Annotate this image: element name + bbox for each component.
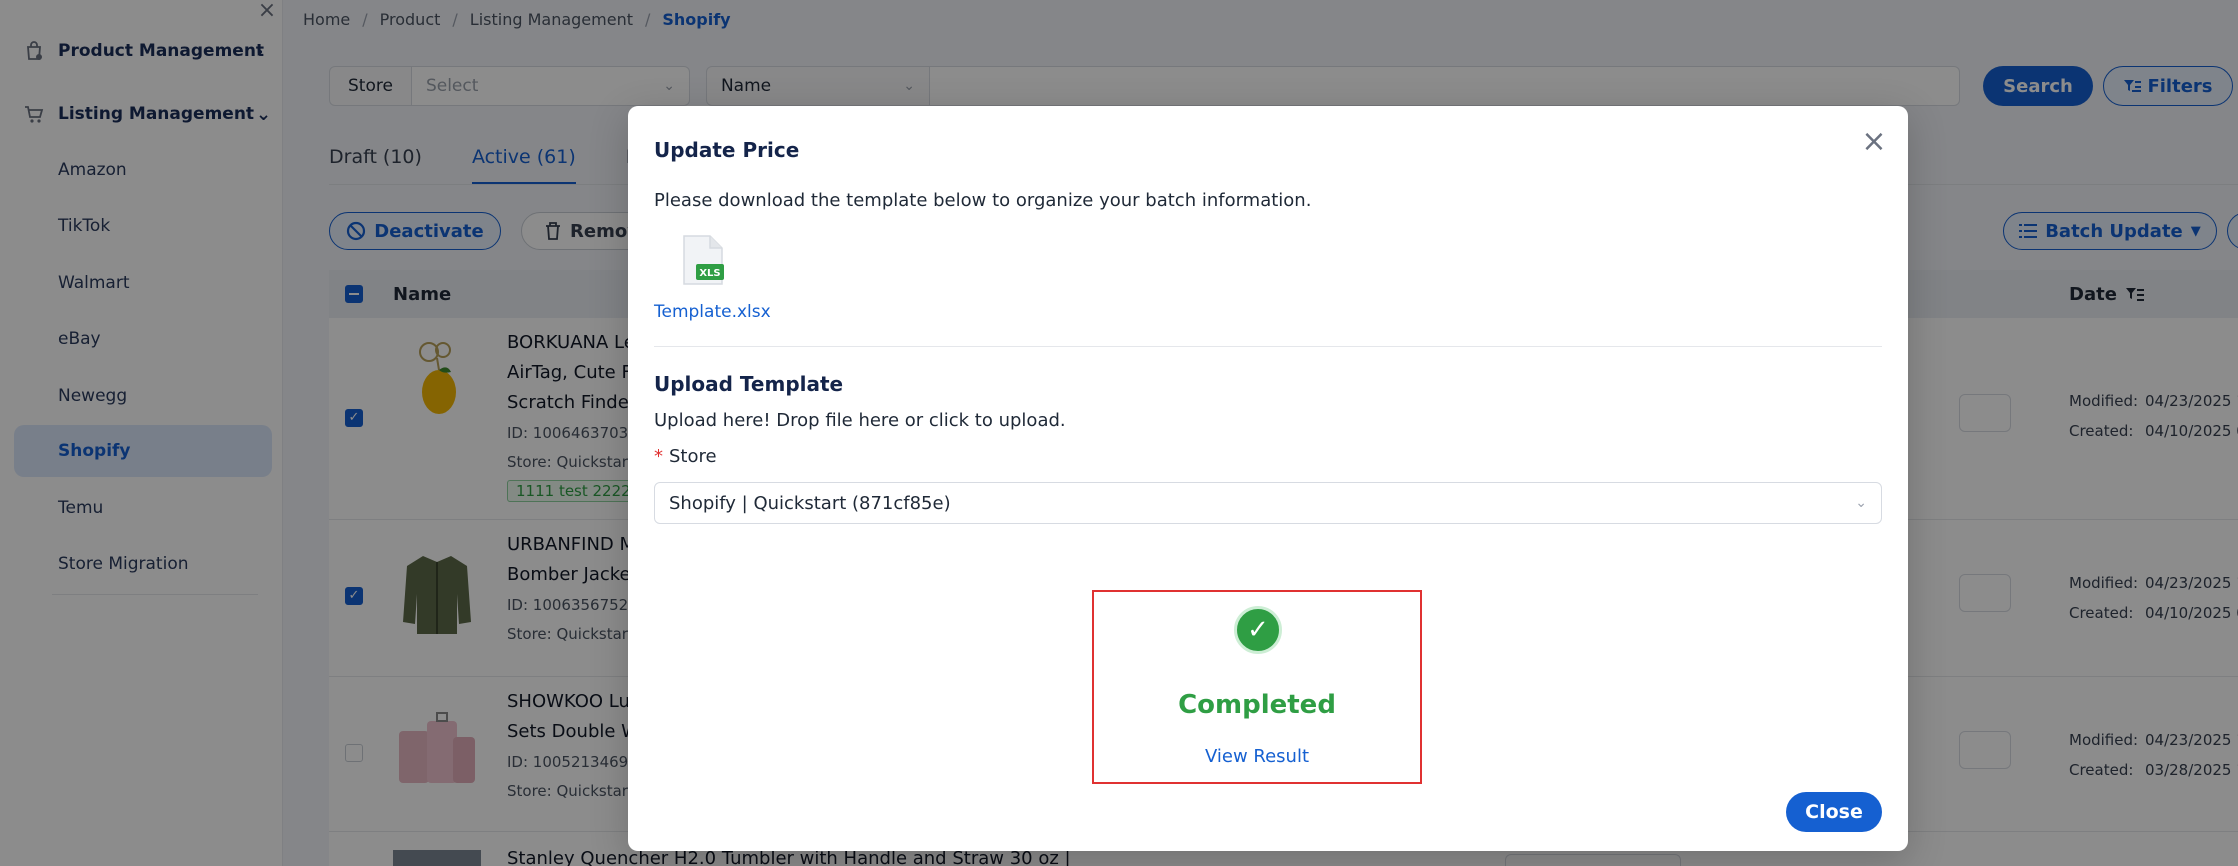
template-download-link[interactable]: Template.xlsx — [654, 302, 771, 322]
required-mark: * — [654, 446, 663, 467]
view-result-link[interactable]: View Result — [1094, 746, 1420, 767]
close-icon[interactable]: × — [1858, 126, 1890, 158]
modal-description: Please download the template below to or… — [654, 190, 1312, 211]
file-type-badge: XLS — [699, 268, 720, 279]
modal-divider — [654, 346, 1882, 347]
close-button[interactable]: Close — [1786, 792, 1882, 832]
xls-file-icon[interactable]: XLS — [680, 234, 726, 286]
modal-title: Update Price — [654, 138, 800, 162]
update-price-modal: Update Price × Please download the templ… — [628, 106, 1908, 851]
upload-template-title: Upload Template — [654, 372, 844, 396]
store-select[interactable]: Shopify | Quickstart (871cf85e) ⌄ — [654, 482, 1882, 524]
chevron-down-icon: ⌄ — [1855, 495, 1867, 511]
store-field-label-text: Store — [669, 446, 717, 467]
result-status: Completed — [1178, 690, 1336, 720]
store-field-label: * Store — [654, 446, 717, 467]
store-select-value: Shopify | Quickstart (871cf85e) — [669, 492, 951, 514]
upload-result-panel: ✓ Completed View Result — [1092, 590, 1422, 784]
upload-dropzone[interactable]: Upload here! Drop file here or click to … — [654, 410, 1066, 431]
check-circle-icon: ✓ — [1234, 606, 1282, 654]
